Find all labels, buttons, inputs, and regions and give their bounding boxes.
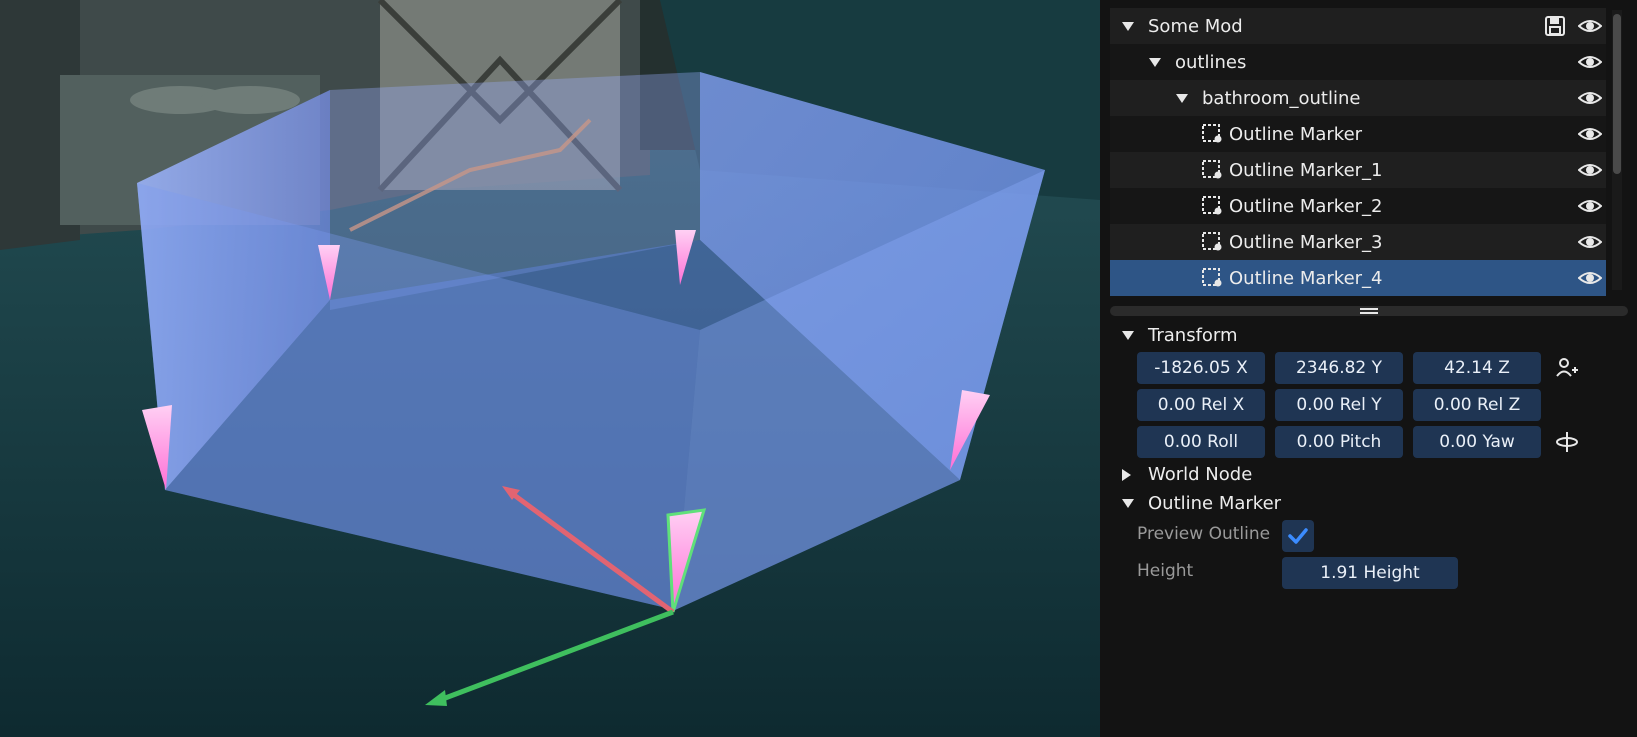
pitch-field[interactable]: 0.00 Pitch	[1275, 426, 1403, 458]
height-label: Height	[1137, 561, 1194, 581]
eye-icon[interactable]	[1578, 267, 1602, 289]
preview-outline-checkbox[interactable]	[1282, 520, 1314, 552]
eye-icon[interactable]	[1578, 195, 1602, 217]
eye-icon[interactable]	[1578, 51, 1602, 73]
collapse-triangle-icon[interactable]	[1149, 57, 1161, 67]
section-title: Outline Marker	[1148, 493, 1282, 514]
splitter-grip-icon	[1360, 308, 1378, 310]
checkmark-icon	[1288, 528, 1308, 544]
outline-marker-icon	[1202, 124, 1222, 143]
eye-icon[interactable]	[1578, 231, 1602, 253]
tree-item-label: bathroom_outline	[1202, 87, 1361, 109]
person-plus-icon[interactable]	[1555, 356, 1579, 380]
outline-marker-icon	[1202, 196, 1222, 215]
tree-item-outline-marker-3[interactable]: Outline Marker_3	[1110, 224, 1606, 260]
tree-item-label: Outline Marker	[1229, 123, 1363, 145]
save-icon[interactable]	[1544, 15, 1566, 37]
position-z-field[interactable]: 42.14 Z	[1413, 352, 1541, 384]
tree-item-label: outlines	[1175, 51, 1247, 73]
eye-icon[interactable]	[1578, 159, 1602, 181]
inspector-panel: Some Mod outlines bathroom_outline Outli…	[1100, 0, 1637, 737]
scene-render	[0, 0, 1100, 737]
section-transform[interactable]: Transform	[1122, 325, 1238, 346]
relative-z-field[interactable]: 0.00 Rel Z	[1413, 389, 1541, 421]
relative-x-field[interactable]: 0.00 Rel X	[1137, 389, 1265, 421]
section-title: World Node	[1148, 464, 1253, 485]
tree-item-label: Outline Marker_4	[1229, 267, 1383, 289]
collapse-triangle-icon	[1122, 331, 1134, 340]
tree-item-label: Outline Marker_2	[1229, 195, 1383, 217]
position-y-field[interactable]: 2346.82 Y	[1275, 352, 1403, 384]
tree-item-outline-marker-1[interactable]: Outline Marker_1	[1110, 152, 1606, 188]
yaw-field[interactable]: 0.00 Yaw	[1413, 426, 1541, 458]
scene-viewport[interactable]	[0, 0, 1100, 737]
eye-icon[interactable]	[1578, 87, 1602, 109]
height-field[interactable]: 1.91 Height	[1282, 557, 1458, 589]
expand-triangle-icon	[1122, 468, 1131, 481]
tree-item-label: Some Mod	[1148, 15, 1243, 37]
tree-item-label: Outline Marker_1	[1229, 159, 1383, 181]
tree-item-outlines[interactable]: outlines	[1110, 44, 1606, 80]
panel-splitter[interactable]	[1110, 306, 1628, 316]
collapse-triangle-icon[interactable]	[1176, 93, 1188, 103]
roll-field[interactable]: 0.00 Roll	[1137, 426, 1265, 458]
outline-marker-icon	[1202, 268, 1222, 287]
tree-scrollbar-thumb[interactable]	[1613, 14, 1621, 174]
tree-item-some-mod[interactable]: Some Mod	[1110, 8, 1606, 44]
eye-icon[interactable]	[1578, 15, 1602, 37]
relative-y-field[interactable]: 0.00 Rel Y	[1275, 389, 1403, 421]
preview-outline-label: Preview Outline	[1137, 524, 1271, 544]
tree-item-outline-marker-2[interactable]: Outline Marker_2	[1110, 188, 1606, 224]
tree-item-label: Outline Marker_3	[1229, 231, 1383, 253]
tree-item-bathroom-outline[interactable]: bathroom_outline	[1110, 80, 1606, 116]
outline-marker-icon	[1202, 232, 1222, 251]
outline-marker-icon	[1202, 160, 1222, 179]
section-outline-marker[interactable]: Outline Marker	[1122, 493, 1281, 514]
section-world-node[interactable]: World Node	[1122, 464, 1252, 485]
position-x-field[interactable]: -1826.05 X	[1137, 352, 1265, 384]
tree-item-outline-marker-4[interactable]: Outline Marker_4	[1110, 260, 1606, 296]
collapse-triangle-icon[interactable]	[1122, 21, 1134, 31]
section-title: Transform	[1148, 325, 1238, 346]
collapse-triangle-icon	[1122, 499, 1134, 508]
eye-icon[interactable]	[1578, 123, 1602, 145]
tree-item-outline-marker[interactable]: Outline Marker	[1110, 116, 1606, 152]
rotation-axis-icon[interactable]	[1555, 430, 1579, 454]
